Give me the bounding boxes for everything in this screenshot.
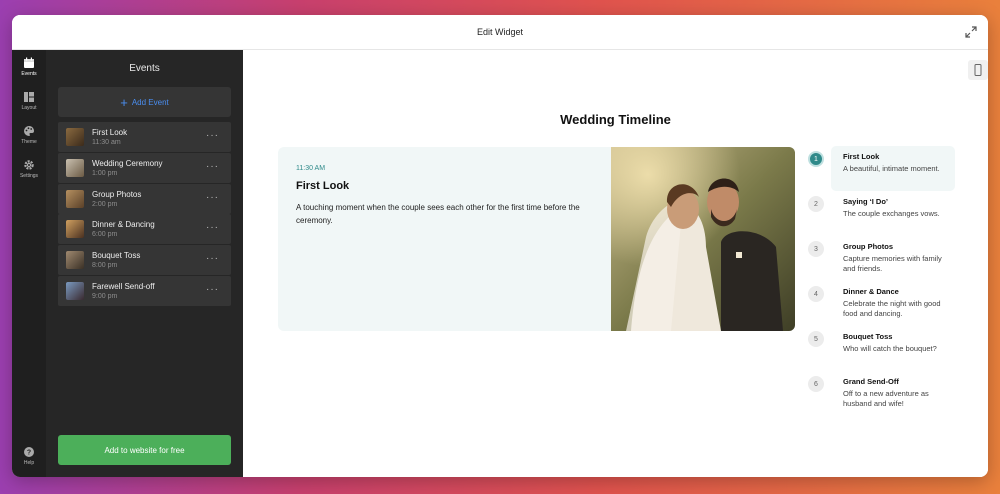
- events-panel: Events + Add Event First Look 11:30 am ·…: [46, 50, 243, 477]
- more-options-icon[interactable]: ···: [206, 284, 219, 295]
- step-description: Capture memories with family and friends…: [843, 254, 942, 273]
- timeline-step[interactable]: 4 Dinner & Dance Celebrate the night wit…: [805, 280, 965, 325]
- step-number: 6: [808, 376, 824, 392]
- more-options-icon[interactable]: ···: [206, 222, 219, 233]
- phone-icon: [974, 64, 982, 76]
- timeline-step[interactable]: 1 First Look A beautiful, intimate momen…: [805, 145, 965, 191]
- featured-description: A touching moment when the couple sees e…: [296, 203, 580, 225]
- list-item[interactable]: Dinner & Dancing 6:00 pm ···: [58, 214, 231, 245]
- add-event-button[interactable]: + Add Event: [58, 87, 231, 117]
- step-number: 4: [808, 286, 824, 302]
- rail-label: Settings: [19, 173, 39, 179]
- step-description: Who will catch the bouquet?: [843, 344, 937, 353]
- svg-text:?: ?: [27, 450, 31, 457]
- featured-time: 11:30 AM: [296, 165, 326, 172]
- widget-title: Wedding Timeline: [243, 112, 988, 127]
- more-options-icon[interactable]: ···: [206, 161, 219, 172]
- event-time: 11:30 am: [92, 139, 121, 146]
- step-description: Celebrate the night with good food and d…: [843, 299, 941, 318]
- calendar-icon: [24, 57, 34, 68]
- timeline-step[interactable]: 3 Group Photos Capture memories with fam…: [805, 235, 965, 280]
- step-number: 2: [808, 196, 824, 212]
- rail-item-events[interactable]: Events: [12, 50, 46, 84]
- featured-title: First Look: [296, 180, 350, 192]
- widget-title-text: Wedding Timeline: [560, 112, 671, 127]
- event-thumbnail: [66, 158, 84, 177]
- list-item[interactable]: Group Photos 2:00 pm ···: [58, 183, 231, 214]
- list-item[interactable]: Bouquet Toss 8:00 pm ···: [58, 245, 231, 276]
- more-options-icon[interactable]: ···: [206, 130, 219, 141]
- add-event-label: Add Event: [131, 97, 169, 107]
- rail-label: Theme: [21, 139, 37, 145]
- window-title: Edit Widget: [476, 27, 524, 37]
- gear-icon: [24, 160, 34, 170]
- step-description: The couple exchanges vows.: [843, 209, 940, 218]
- list-item[interactable]: First Look 11:30 am ···: [58, 122, 231, 152]
- event-time: 6:00 pm: [92, 231, 118, 239]
- couple-photo: [611, 147, 795, 331]
- editor-window: Edit Widget Events Layout Theme Settings…: [12, 15, 988, 477]
- step-number: 3: [808, 241, 824, 257]
- event-name: First Look: [92, 128, 128, 137]
- event-thumbnail: [66, 281, 84, 300]
- event-list: First Look 11:30 am ··· Wedding Ceremony…: [58, 122, 231, 307]
- step-title: Group Photos: [843, 242, 893, 251]
- rail-item-help[interactable]: ? Help: [12, 439, 46, 473]
- event-name: Group Photos: [92, 189, 142, 199]
- event-name: Bouquet Toss: [92, 251, 141, 261]
- event-name: Farewell Send-off: [92, 281, 155, 291]
- plus-icon: +: [120, 94, 128, 110]
- rail-label: Events: [21, 71, 37, 77]
- event-name: Dinner & Dancing: [92, 220, 155, 230]
- rail-label: Help: [23, 460, 35, 466]
- step-title: Dinner & Dance: [843, 287, 899, 296]
- rail-item-theme[interactable]: Theme: [12, 118, 46, 152]
- event-thumbnail: [66, 251, 84, 270]
- layout-icon: [24, 92, 34, 102]
- timeline-step[interactable]: 2 Saying ‘I Do’ The couple exchanges vow…: [805, 190, 965, 235]
- featured-event-card: 11:30 AM First Look A touching moment wh…: [278, 147, 795, 331]
- mobile-preview-button[interactable]: [968, 60, 988, 80]
- list-item[interactable]: Farewell Send-off 9:00 pm ···: [58, 275, 231, 306]
- side-rail: Events Layout Theme Settings ? Help: [12, 50, 46, 477]
- add-to-website-button[interactable]: Add to website for free: [58, 435, 231, 465]
- panel-title: Events: [129, 63, 160, 74]
- timeline-steps: 1 First Look A beautiful, intimate momen…: [805, 145, 965, 415]
- timeline-step[interactable]: 6 Grand Send-Off Off to a new adventure …: [805, 370, 965, 415]
- event-thumbnail: [66, 128, 84, 146]
- timeline-step[interactable]: 5 Bouquet Toss Who will catch the bouque…: [805, 325, 965, 370]
- step-title: Saying ‘I Do’: [843, 197, 889, 206]
- event-thumbnail: [66, 220, 84, 239]
- rail-item-settings[interactable]: Settings: [12, 152, 46, 186]
- event-name: Wedding Ceremony: [92, 158, 163, 168]
- step-description: Off to a new adventure as husband and wi…: [843, 389, 929, 408]
- help-icon: ?: [24, 447, 34, 457]
- step-title: Grand Send-Off: [843, 377, 899, 386]
- step-title: First Look: [843, 152, 880, 161]
- rail-label: Layout: [21, 105, 37, 111]
- event-time: 1:00 pm: [92, 169, 118, 177]
- palette-icon: [24, 126, 34, 136]
- step-number: 1: [808, 151, 824, 167]
- step-number: 5: [808, 331, 824, 347]
- cta-label: Add to website for free: [104, 445, 185, 455]
- event-time: 2:00 pm: [92, 200, 118, 208]
- event-thumbnail: [66, 189, 84, 208]
- event-time: 9:00 pm: [92, 292, 118, 300]
- step-title: Bouquet Toss: [843, 332, 893, 341]
- rail-item-layout[interactable]: Layout: [12, 84, 46, 118]
- more-options-icon[interactable]: ···: [206, 192, 219, 203]
- title-bar: Edit Widget: [12, 15, 988, 50]
- more-options-icon[interactable]: ···: [206, 253, 219, 264]
- preview-canvas: Wedding Timeline 11:30 AM First Look A t…: [243, 50, 988, 477]
- expand-icon[interactable]: [964, 25, 978, 39]
- event-time: 8:00 pm: [92, 262, 118, 270]
- list-item[interactable]: Wedding Ceremony 1:00 pm ···: [58, 152, 231, 183]
- step-description: A beautiful, intimate moment.: [843, 164, 940, 173]
